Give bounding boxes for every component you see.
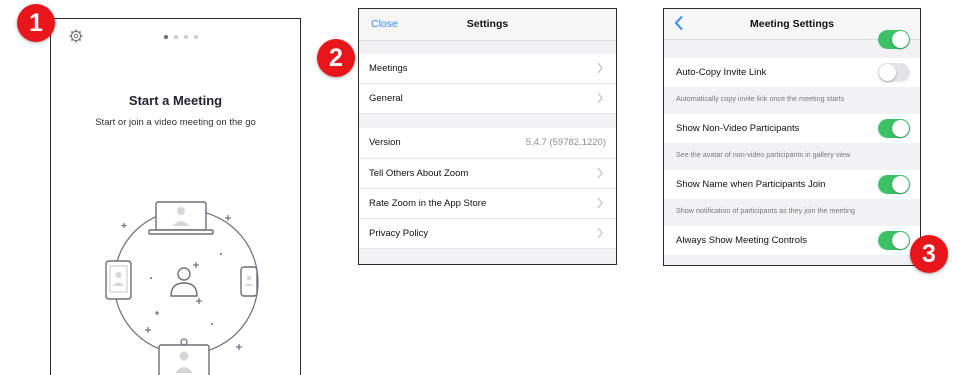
user-icon bbox=[170, 267, 198, 297]
show-name-toggle[interactable] bbox=[878, 175, 910, 194]
laptop-icon bbox=[148, 201, 214, 235]
setting-row-non-video-participants: Show Non-Video Participants bbox=[664, 114, 920, 143]
nav-title: Meeting Settings bbox=[749, 18, 834, 30]
settings-screen: Close Settings Meetings General Version … bbox=[358, 8, 617, 265]
row-label: Privacy Policy bbox=[369, 228, 429, 239]
meeting-settings-screen: Meeting Settings Auto-Copy Invite Link A… bbox=[663, 8, 921, 266]
start-meeting-screen: Start a Meeting Start or join a video me… bbox=[50, 18, 301, 375]
setting-label: Show Name when Participants Join bbox=[676, 179, 826, 190]
setting-description: Automatically copy invite link once the … bbox=[664, 87, 920, 114]
settings-row-meetings[interactable]: Meetings bbox=[359, 54, 616, 84]
tablet-icon bbox=[105, 260, 132, 300]
row-label: Rate Zoom in the App Store bbox=[369, 198, 487, 209]
page-title: Start a Meeting bbox=[128, 93, 223, 108]
description-text: Automatically copy invite link once the … bbox=[676, 94, 845, 103]
chevron-right-icon bbox=[597, 227, 603, 239]
setting-description: Show notification of participants as the… bbox=[664, 199, 920, 226]
version-value: 5.4.7 (59782.1220) bbox=[525, 137, 606, 148]
phone-icon bbox=[240, 266, 258, 297]
setting-label: Show Non-Video Participants bbox=[676, 123, 800, 134]
row-label: Version bbox=[369, 137, 401, 148]
meeting-illustration bbox=[105, 201, 259, 375]
setting-label: Auto-Copy Invite Link bbox=[676, 67, 767, 78]
page-dot[interactable] bbox=[194, 35, 198, 39]
page-dot[interactable] bbox=[184, 35, 188, 39]
row-label: General bbox=[369, 93, 403, 104]
step-badge-1: 1 bbox=[17, 4, 55, 42]
toggle-knob bbox=[892, 232, 909, 249]
page-dot[interactable] bbox=[174, 35, 178, 39]
settings-row-rate-app[interactable]: Rate Zoom in the App Store bbox=[359, 189, 616, 219]
chevron-right-icon bbox=[597, 197, 603, 209]
gear-icon[interactable] bbox=[69, 29, 83, 43]
room-system-icon bbox=[158, 338, 210, 375]
page-indicator[interactable] bbox=[164, 35, 198, 39]
toggle-knob bbox=[892, 120, 909, 137]
nav-bar: Close Settings bbox=[359, 9, 616, 41]
setting-row-show-name-join: Show Name when Participants Join bbox=[664, 170, 920, 199]
row-label: Meetings bbox=[369, 63, 408, 74]
setting-row-always-show-controls: Always Show Meeting Controls bbox=[664, 226, 920, 255]
settings-row-version: Version 5.4.7 (59782.1220) bbox=[359, 128, 616, 159]
description-text: Show notification of participants as the… bbox=[676, 206, 855, 215]
chevron-right-icon bbox=[597, 167, 603, 179]
setting-row-auto-copy-invite: Auto-Copy Invite Link bbox=[664, 58, 920, 87]
step-badge-3: 3 bbox=[910, 235, 948, 273]
settings-row-general[interactable]: General bbox=[359, 84, 616, 114]
auto-copy-toggle[interactable] bbox=[878, 63, 910, 82]
chevron-right-icon bbox=[597, 62, 603, 74]
settings-row-privacy-policy[interactable]: Privacy Policy bbox=[359, 219, 616, 249]
toggle-switch[interactable] bbox=[878, 30, 910, 49]
non-video-toggle[interactable] bbox=[878, 119, 910, 138]
toggle-knob bbox=[879, 64, 896, 81]
toggle-knob bbox=[892, 176, 909, 193]
always-show-controls-toggle[interactable] bbox=[878, 231, 910, 250]
scrolled-setting-row bbox=[664, 30, 920, 58]
settings-row-tell-others[interactable]: Tell Others About Zoom bbox=[359, 159, 616, 189]
description-text: See the avatar of non-video participants… bbox=[676, 150, 851, 159]
row-label: Tell Others About Zoom bbox=[369, 168, 469, 179]
page-subtitle: Start or join a video meeting on the go bbox=[95, 117, 256, 128]
page-dot[interactable] bbox=[164, 35, 168, 39]
nav-title: Settings bbox=[466, 18, 509, 30]
chevron-right-icon bbox=[597, 92, 603, 104]
setting-description: See the avatar of non-video participants… bbox=[664, 143, 920, 170]
toggle-knob bbox=[892, 31, 909, 48]
step-badge-2: 2 bbox=[317, 39, 355, 77]
setting-label: Always Show Meeting Controls bbox=[676, 235, 807, 246]
